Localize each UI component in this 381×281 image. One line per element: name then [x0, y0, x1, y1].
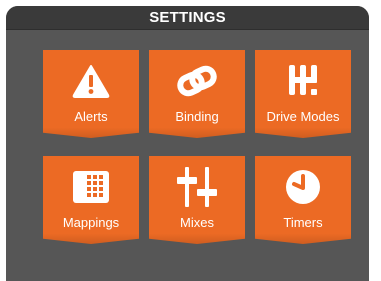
link-icon — [149, 58, 245, 104]
mappings-label: Mappings — [62, 215, 120, 230]
alerts-label: Alerts — [74, 109, 108, 124]
timers-tile[interactable]: Timers — [255, 156, 351, 244]
timers-label: Timers — [283, 215, 323, 230]
settings-grid: Alerts Binding Drive Modes Mappings Mixe… — [6, 6, 369, 281]
clock-icon — [255, 164, 351, 210]
drive-modes-tile[interactable]: Drive Modes — [255, 50, 351, 138]
mixes-label: Mixes — [180, 215, 214, 230]
binding-label: Binding — [175, 109, 219, 124]
alerts-tile[interactable]: Alerts — [43, 50, 139, 138]
sliders-icon — [149, 164, 245, 210]
mappings-tile[interactable]: Mappings — [43, 156, 139, 244]
mixes-tile[interactable]: Mixes — [149, 156, 245, 244]
warning-icon — [43, 58, 139, 104]
settings-screen: SETTINGS Alerts Binding Drive Modes Mapp… — [6, 6, 369, 281]
gear-shift-icon — [255, 58, 351, 104]
grid-icon — [43, 164, 139, 210]
drive-modes-label: Drive Modes — [266, 109, 340, 124]
binding-tile[interactable]: Binding — [149, 50, 245, 138]
